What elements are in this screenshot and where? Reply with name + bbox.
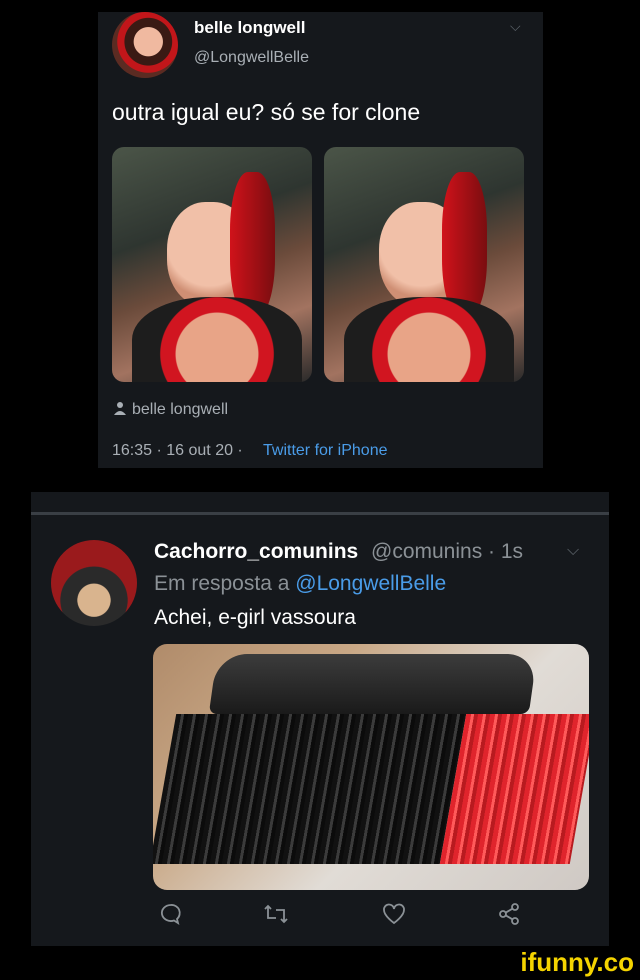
reply-context: Em resposta a @LongwellBelle — [154, 572, 446, 596]
like-icon[interactable] — [381, 902, 407, 933]
watermark-logo: ifunny.co — [520, 947, 634, 977]
tweet-photo-right[interactable] — [324, 147, 524, 382]
tweet-timestamp[interactable]: 16:35 · 16 out 20 · — [112, 442, 243, 460]
reply-tweet-card: Cachorro_comunins @comunins · 1s ⌵ Em re… — [31, 492, 609, 946]
tweet-source-link[interactable]: Twitter for iPhone — [263, 442, 388, 460]
user-handle[interactable]: @LongwellBelle — [194, 49, 309, 67]
divider — [31, 512, 609, 515]
avatar[interactable] — [51, 540, 137, 626]
user-icon — [114, 401, 126, 418]
chevron-down-icon[interactable]: ⌵ — [567, 542, 579, 560]
reply-handle-link[interactable]: @LongwellBelle — [295, 572, 446, 595]
reply-prefix: Em resposta a — [154, 572, 290, 595]
retweet-icon[interactable] — [263, 902, 289, 933]
share-icon[interactable] — [497, 902, 521, 933]
tweet-text: Achei, e-girl vassoura — [154, 606, 356, 629]
tweet-text: outra igual eu? só se for clone — [112, 99, 421, 125]
user-handle-time[interactable]: @comunins · 1s — [371, 540, 523, 564]
display-name[interactable]: Cachorro_comunins — [154, 540, 358, 564]
display-name[interactable]: belle longwell — [194, 18, 305, 38]
tweet-photo-broom[interactable] — [153, 644, 589, 890]
chevron-down-icon[interactable]: ⌵ — [510, 18, 521, 35]
reply-icon[interactable] — [159, 902, 183, 933]
tweet-card: belle longwell @LongwellBelle ⌵ outra ig… — [98, 12, 543, 468]
tweet-photo-left[interactable] — [112, 147, 312, 382]
media-tag-name[interactable]: belle longwell — [132, 401, 228, 419]
avatar[interactable] — [112, 12, 178, 78]
